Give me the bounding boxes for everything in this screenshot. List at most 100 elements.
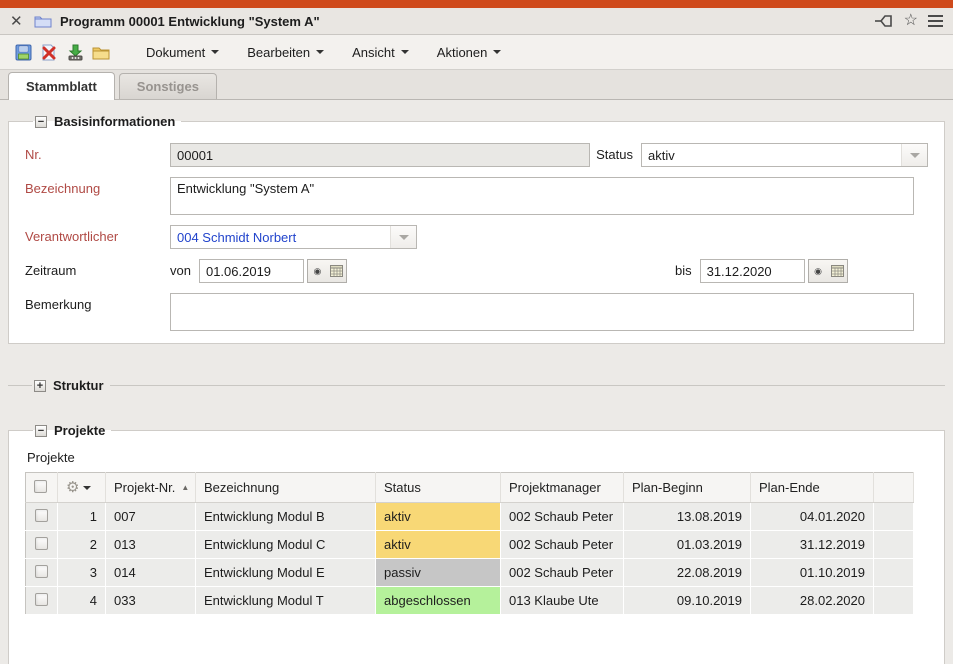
column-header-projekt-nr[interactable]: Projekt-Nr. ▲	[106, 473, 196, 503]
today-dot-icon[interactable]: ◉	[308, 260, 327, 282]
open-folder-button[interactable]	[88, 39, 114, 65]
von-date-buttons: ◉	[307, 259, 347, 283]
menu-aktionen-label: Aktionen	[437, 45, 488, 60]
menu-dokument-label: Dokument	[146, 45, 205, 60]
row-checkbox-cell	[26, 503, 58, 531]
collapse-icon[interactable]: −	[35, 425, 47, 437]
nr-field[interactable]	[170, 143, 590, 167]
accent-strip	[0, 0, 953, 8]
column-header-plan-beginn[interactable]: Plan-Beginn	[624, 473, 751, 503]
column-header-status[interactable]: Status	[376, 473, 501, 503]
cell-plan-ende: 01.10.2019	[751, 559, 874, 587]
tab-sonstiges[interactable]: Sonstiges	[119, 73, 217, 99]
select-all-checkbox[interactable]	[34, 480, 47, 493]
row-checkbox[interactable]	[35, 593, 48, 606]
cell-plan-ende: 28.02.2020	[751, 587, 874, 615]
chevron-down-icon	[401, 50, 409, 54]
menu-icon[interactable]	[928, 15, 943, 27]
today-dot-icon[interactable]: ◉	[809, 260, 828, 282]
von-date-field[interactable]	[199, 259, 304, 283]
row-checkbox-cell	[26, 531, 58, 559]
column-header-plan-ende[interactable]: Plan-Ende	[751, 473, 874, 503]
content-area: − Basisinformationen Nr. Status aktiv Be…	[0, 100, 953, 664]
row-number-link[interactable]: 4	[58, 587, 106, 615]
bis-date-wrapper: bis ◉	[675, 259, 848, 283]
row-checkbox[interactable]	[35, 537, 48, 550]
chevron-down-icon	[316, 50, 324, 54]
pin-icon[interactable]	[875, 13, 894, 29]
cell-plan-ende: 04.01.2020	[751, 503, 874, 531]
section-struktur-header: + Struktur	[32, 378, 110, 393]
status-select[interactable]: aktiv	[641, 143, 928, 167]
row-verantwortlicher: Verantwortlicher 004 Schmidt Norbert	[25, 225, 928, 249]
column-header-projektmanager[interactable]: Projektmanager	[501, 473, 624, 503]
column-header-bezeichnung[interactable]: Bezeichnung	[196, 473, 376, 503]
cell-projektmanager: 002 Schaub Peter	[501, 503, 624, 531]
close-icon[interactable]: ✕	[10, 12, 30, 30]
select-all-header	[26, 473, 58, 503]
section-title: Basisinformationen	[54, 114, 175, 129]
bezeichnung-label: Bezeichnung	[25, 177, 170, 196]
menu-dokument[interactable]: Dokument	[136, 40, 229, 65]
cell-empty	[874, 531, 914, 559]
gear-icon: ⚙	[66, 480, 79, 495]
menu-ansicht-label: Ansicht	[352, 45, 395, 60]
row-number-link[interactable]: 1	[58, 503, 106, 531]
menu-ansicht[interactable]: Ansicht	[342, 40, 419, 65]
section-title: Projekte	[54, 423, 105, 438]
title-bar: ✕ Programm 00001 Entwicklung "System A" …	[0, 8, 953, 35]
nr-label: Nr.	[25, 143, 170, 162]
row-bemerkung: Bemerkung	[25, 293, 928, 331]
von-label: von	[170, 259, 191, 278]
gear-menu-button[interactable]: ⚙	[66, 480, 91, 495]
discard-button[interactable]	[36, 39, 62, 65]
column-label: Projekt-Nr.	[114, 480, 175, 495]
save-button[interactable]	[10, 39, 36, 65]
cell-plan-beginn: 09.10.2019	[624, 587, 751, 615]
cell-status: aktiv	[376, 531, 501, 559]
import-button[interactable]	[62, 39, 88, 65]
zeitraum-label: Zeitraum	[25, 259, 170, 278]
cell-projekt-nr: 007	[106, 503, 196, 531]
cell-projektmanager: 002 Schaub Peter	[501, 559, 624, 587]
bezeichnung-field[interactable]: Entwicklung "System A"	[170, 177, 914, 215]
verantwortlicher-select[interactable]: 004 Schmidt Norbert	[170, 225, 417, 249]
bis-date-group: ◉	[700, 259, 848, 283]
expand-icon[interactable]: +	[34, 380, 46, 392]
bemerkung-field[interactable]	[170, 293, 914, 331]
chevron-down-icon[interactable]	[390, 226, 416, 248]
cell-projekt-nr: 013	[106, 531, 196, 559]
projekte-table-body: 1007Entwicklung Modul Baktiv002 Schaub P…	[26, 503, 914, 615]
table-row: 3014Entwicklung Modul Epassiv002 Schaub …	[26, 559, 914, 587]
collapse-icon[interactable]: −	[35, 116, 47, 128]
star-icon[interactable]: ☆	[904, 13, 918, 29]
row-number-link[interactable]: 2	[58, 531, 106, 559]
chevron-down-icon[interactable]	[901, 144, 927, 166]
row-checkbox[interactable]	[35, 565, 48, 578]
cell-projekt-nr: 033	[106, 587, 196, 615]
tab-stammblatt[interactable]: Stammblatt	[8, 72, 115, 100]
bis-date-buttons: ◉	[808, 259, 848, 283]
cell-bezeichnung: Entwicklung Modul C	[196, 531, 376, 559]
menu-aktionen[interactable]: Aktionen	[427, 40, 512, 65]
calendar-icon[interactable]	[327, 260, 346, 282]
menu-bearbeiten[interactable]: Bearbeiten	[237, 40, 334, 65]
cell-bezeichnung: Entwicklung Modul E	[196, 559, 376, 587]
cell-status: passiv	[376, 559, 501, 587]
cell-projekt-nr: 014	[106, 559, 196, 587]
projekte-list-label: Projekte	[27, 450, 928, 465]
projekte-table: ⚙ Projekt-Nr. ▲ Bezeichnung Status Projek…	[25, 472, 914, 615]
cell-empty	[874, 587, 914, 615]
cell-plan-beginn: 22.08.2019	[624, 559, 751, 587]
sort-asc-icon: ▲	[181, 483, 189, 492]
row-number-link[interactable]: 3	[58, 559, 106, 587]
bis-date-field[interactable]	[700, 259, 805, 283]
window-title: Programm 00001 Entwicklung "System A"	[60, 14, 320, 29]
chevron-down-icon	[493, 50, 501, 54]
cell-empty	[874, 503, 914, 531]
table-header-row: ⚙ Projekt-Nr. ▲ Bezeichnung Status Projek…	[26, 473, 914, 503]
chevron-down-icon	[211, 50, 219, 54]
cell-projektmanager: 002 Schaub Peter	[501, 531, 624, 559]
row-checkbox[interactable]	[35, 509, 48, 522]
calendar-icon[interactable]	[828, 260, 847, 282]
